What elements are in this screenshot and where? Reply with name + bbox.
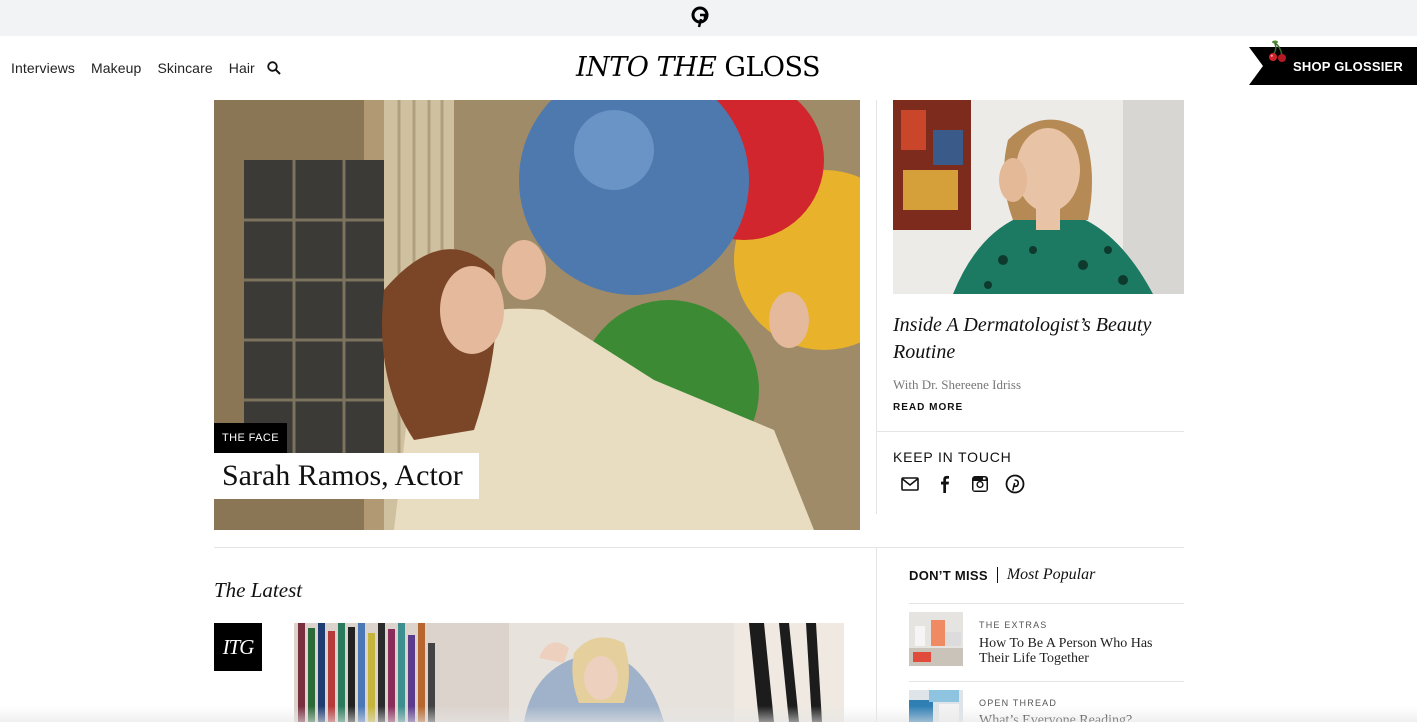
dont-miss-item-2-category: OPEN THREAD [979, 698, 1058, 708]
dont-miss-item-1-category: THE EXTRAS [979, 620, 1048, 630]
latest-story-image[interactable] [294, 623, 844, 722]
dont-miss-thumb-2[interactable] [909, 690, 963, 722]
thumb-2-photo [909, 690, 963, 722]
logo-plain-part: GLOSS [724, 52, 821, 83]
mail-icon[interactable] [900, 474, 920, 494]
column-divider-lower [876, 548, 877, 722]
side-story-subtitle: With Dr. Shereene Idriss [893, 377, 1022, 392]
nav-link-skincare[interactable]: Skincare [157, 60, 212, 76]
nav-link-hair[interactable]: Hair [229, 60, 255, 76]
facebook-icon[interactable] [935, 474, 955, 494]
nav-links: Interviews Makeup Skincare Hair [11, 60, 281, 76]
search-icon[interactable] [267, 61, 281, 75]
main-nav: Interviews Makeup Skincare Hair INTO THE… [0, 36, 1417, 100]
pinterest-icon[interactable] [1005, 474, 1025, 494]
side-story-photo [893, 100, 1184, 294]
hero-category-tag[interactable]: THE FACE [214, 423, 287, 453]
dont-miss-divider [909, 603, 1184, 604]
dont-miss-divider-2 [909, 681, 1184, 682]
latest-heading: The Latest [214, 578, 303, 602]
thumb-1-photo [909, 612, 963, 666]
dont-miss-item-1-title[interactable]: How To Be A Person Who Has Their Life To… [979, 636, 1184, 666]
dont-miss-item-2-title[interactable]: What’s Everyone Reading? [979, 713, 1184, 722]
keep-in-touch-title: KEEP IN TOUCH [893, 449, 1012, 465]
itg-badge: ITG [214, 623, 262, 671]
cherry-icon [1269, 40, 1286, 62]
read-more-link[interactable]: READ MORE [893, 402, 963, 413]
glossier-g-logo-icon[interactable] [691, 6, 709, 28]
social-links [900, 474, 1040, 494]
top-strip [0, 0, 1417, 36]
hero-title[interactable]: Sarah Ramos, Actor [214, 453, 479, 499]
side-story-title[interactable]: Inside A Dermatologist’s Beauty Routine [893, 312, 1173, 366]
dont-miss-tabs: DON’T MISS Most Popular [909, 566, 1095, 584]
tab-most-popular[interactable]: Most Popular [1007, 566, 1095, 584]
dont-miss-thumb-1[interactable] [909, 612, 963, 666]
side-divider [877, 431, 1184, 432]
latest-story-photo [294, 623, 844, 722]
column-divider [876, 100, 877, 514]
nav-link-makeup[interactable]: Makeup [91, 60, 141, 76]
section-divider [214, 547, 1184, 548]
site-logo[interactable]: INTO THE GLOSS [576, 52, 821, 83]
logo-italic-part: INTO THE [576, 52, 717, 83]
side-story-image[interactable] [893, 100, 1184, 294]
nav-link-interviews[interactable]: Interviews [11, 60, 75, 76]
tab-dont-miss[interactable]: DON’T MISS [909, 568, 988, 583]
instagram-icon[interactable] [970, 474, 990, 494]
tab-separator [996, 567, 998, 583]
